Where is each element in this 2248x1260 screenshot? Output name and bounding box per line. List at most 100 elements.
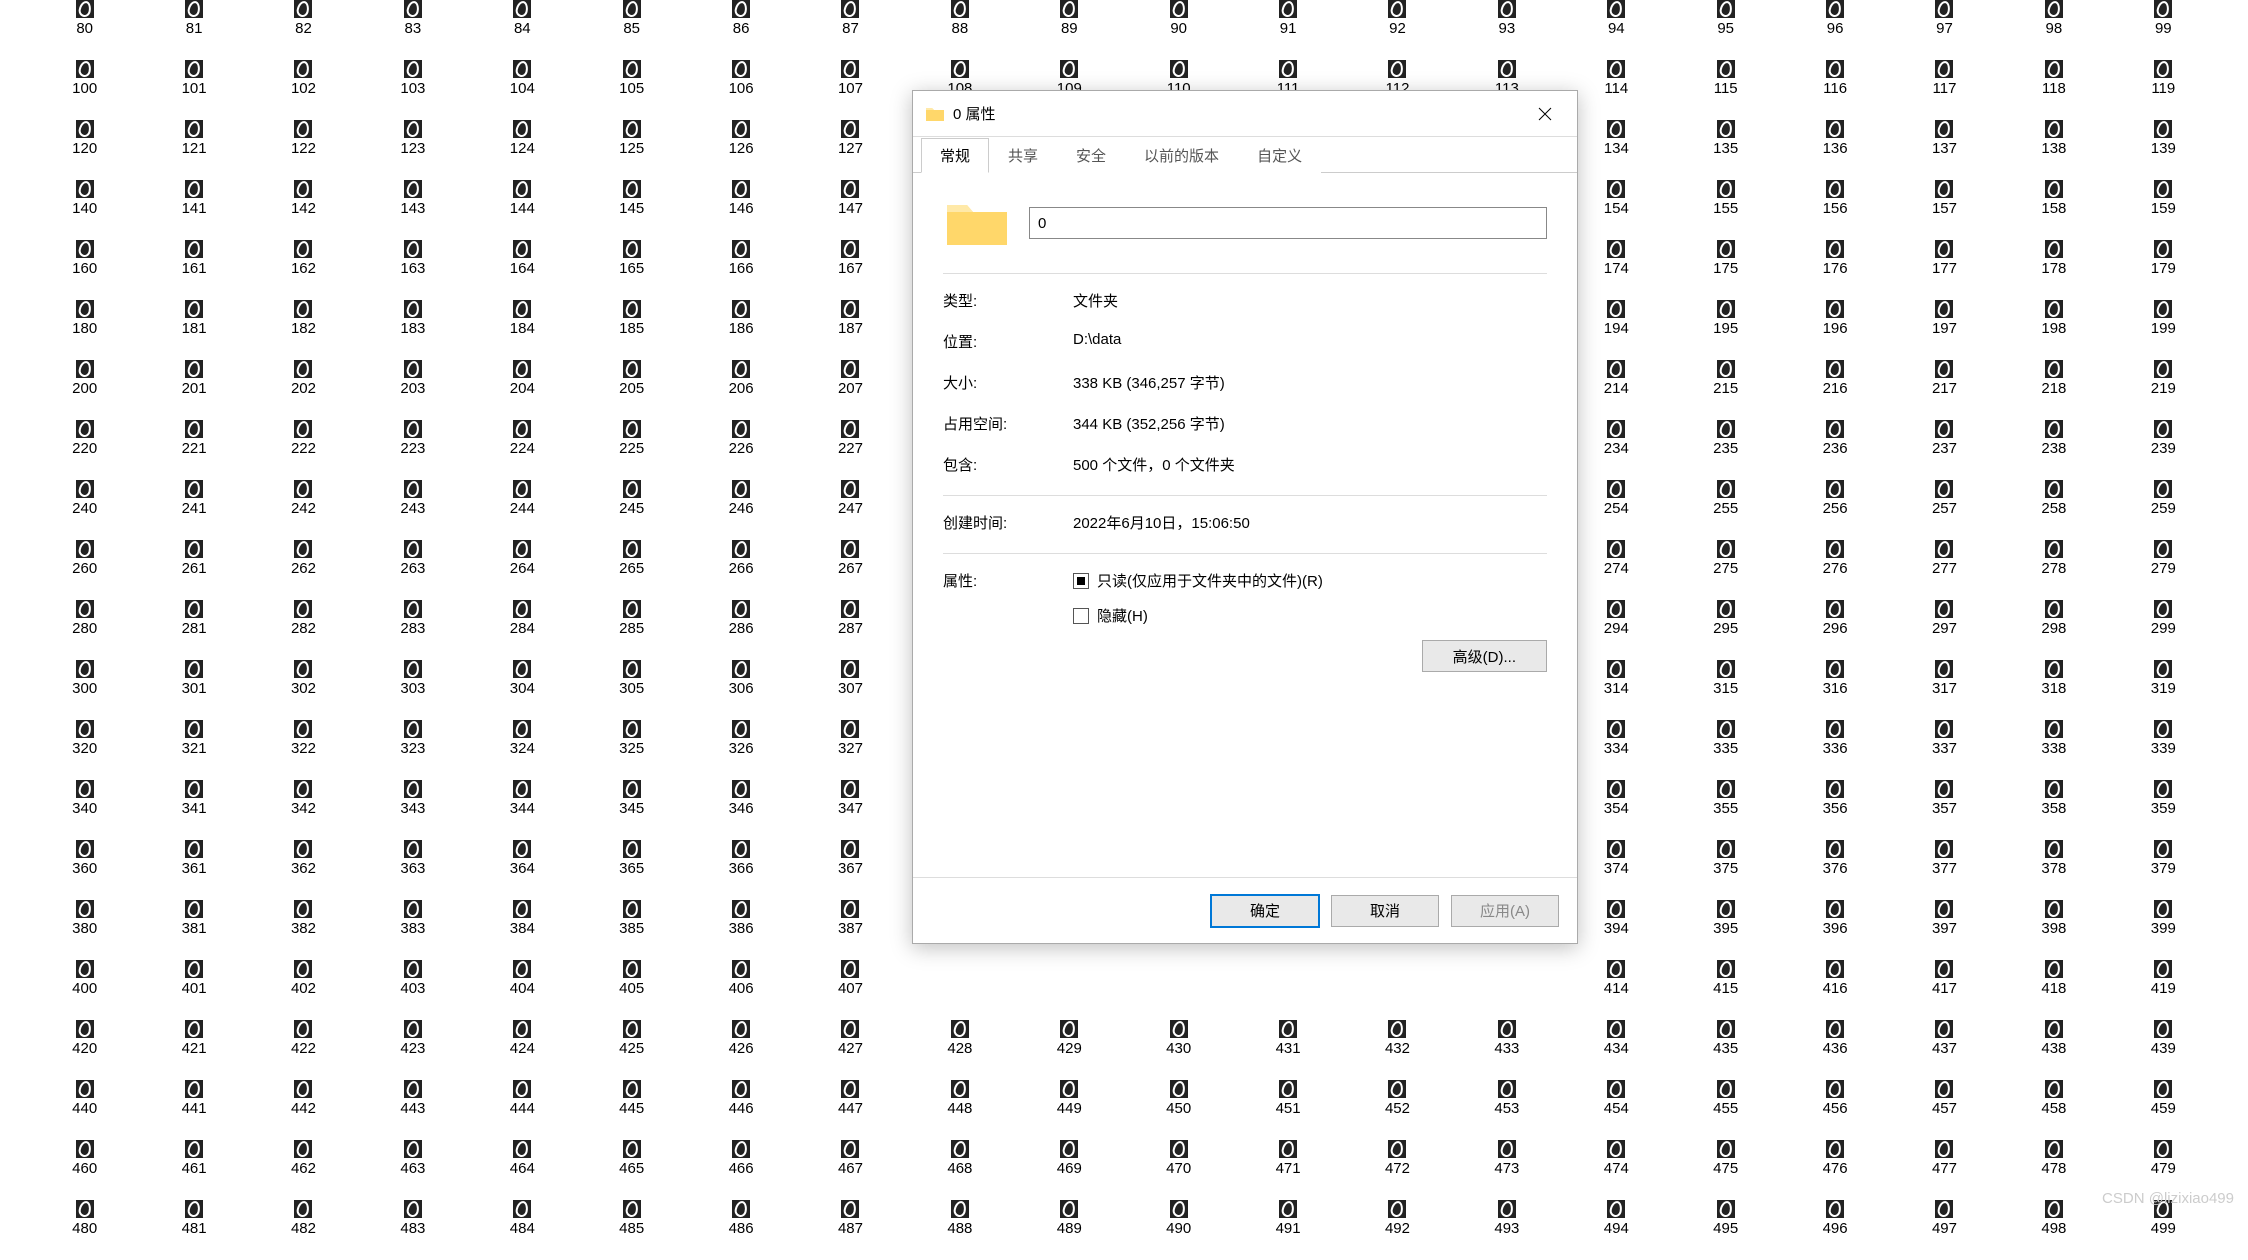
folder-item[interactable]: 139 (2109, 120, 2218, 180)
folder-item[interactable]: 222 (249, 420, 358, 480)
folder-item[interactable]: 157 (1890, 180, 1999, 240)
folder-item[interactable]: 101 (139, 60, 248, 120)
folder-item[interactable]: 463 (358, 1140, 467, 1200)
folder-item[interactable]: 282 (249, 600, 358, 660)
folder-item[interactable]: 362 (249, 840, 358, 900)
folder-item[interactable]: 256 (1780, 480, 1889, 540)
folder-item[interactable]: 258 (1999, 480, 2108, 540)
folder-item[interactable]: 324 (468, 720, 577, 780)
folder-item[interactable]: 382 (249, 900, 358, 960)
folder-item[interactable]: 477 (1890, 1140, 1999, 1200)
folder-item[interactable]: 217 (1890, 360, 1999, 420)
folder-item[interactable]: 95 (1671, 0, 1780, 60)
folder-item[interactable]: 474 (1562, 1140, 1671, 1200)
folder-item[interactable]: 397 (1890, 900, 1999, 960)
folder-item[interactable]: 407 (796, 960, 905, 1020)
folder-item[interactable]: 322 (249, 720, 358, 780)
folder-item[interactable]: 405 (577, 960, 686, 1020)
folder-item[interactable]: 165 (577, 240, 686, 300)
folder-item[interactable]: 440 (30, 1080, 139, 1140)
folder-item[interactable]: 175 (1671, 240, 1780, 300)
folder-item[interactable]: 342 (249, 780, 358, 840)
folder-item[interactable]: 381 (139, 900, 248, 960)
folder-item[interactable]: 367 (796, 840, 905, 900)
folder-item[interactable]: 87 (796, 0, 905, 60)
folder-item[interactable]: 297 (1890, 600, 1999, 660)
folder-item[interactable]: 283 (358, 600, 467, 660)
folder-item[interactable]: 334 (1562, 720, 1671, 780)
folder-item[interactable]: 298 (1999, 600, 2108, 660)
folder-item[interactable]: 227 (796, 420, 905, 480)
folder-item[interactable]: 166 (686, 240, 795, 300)
folder-item[interactable]: 118 (1999, 60, 2108, 120)
folder-item[interactable]: 435 (1671, 1020, 1780, 1080)
folder-item[interactable]: 142 (249, 180, 358, 240)
folder-item[interactable]: 376 (1780, 840, 1889, 900)
folder-item[interactable]: 106 (686, 60, 795, 120)
folder-item[interactable]: 384 (468, 900, 577, 960)
folder-item[interactable]: 154 (1562, 180, 1671, 240)
folder-item[interactable]: 357 (1890, 780, 1999, 840)
folder-item[interactable]: 488 (905, 1200, 1014, 1260)
folder-item[interactable]: 374 (1562, 840, 1671, 900)
folder-item[interactable]: 86 (686, 0, 795, 60)
apply-button[interactable]: 应用(A) (1451, 895, 1559, 927)
folder-item[interactable]: 431 (1233, 1020, 1342, 1080)
folder-item[interactable]: 365 (577, 840, 686, 900)
folder-item[interactable]: 167 (796, 240, 905, 300)
folder-item[interactable]: 141 (139, 180, 248, 240)
folder-item[interactable]: 432 (1343, 1020, 1452, 1080)
folder-item[interactable]: 263 (358, 540, 467, 600)
folder-item[interactable]: 498 (1999, 1200, 2108, 1260)
folder-item[interactable]: 361 (139, 840, 248, 900)
folder-item[interactable]: 194 (1562, 300, 1671, 360)
folder-item[interactable]: 306 (686, 660, 795, 720)
folder-item[interactable]: 261 (139, 540, 248, 600)
folder-item[interactable]: 315 (1671, 660, 1780, 720)
folder-item[interactable]: 453 (1452, 1080, 1561, 1140)
folder-item[interactable]: 184 (468, 300, 577, 360)
folder-item[interactable]: 202 (249, 360, 358, 420)
folder-item[interactable]: 449 (1015, 1080, 1124, 1140)
folder-item[interactable]: 107 (796, 60, 905, 120)
folder-item[interactable]: 127 (796, 120, 905, 180)
folder-item[interactable]: 267 (796, 540, 905, 600)
folder-item[interactable]: 121 (139, 120, 248, 180)
folder-item[interactable]: 162 (249, 240, 358, 300)
close-button[interactable] (1525, 99, 1565, 129)
folder-item[interactable]: 465 (577, 1140, 686, 1200)
folder-item[interactable]: 161 (139, 240, 248, 300)
folder-item[interactable]: 460 (30, 1140, 139, 1200)
folder-item[interactable]: 105 (577, 60, 686, 120)
folder-item[interactable]: 375 (1671, 840, 1780, 900)
folder-item[interactable]: 185 (577, 300, 686, 360)
folder-item[interactable]: 295 (1671, 600, 1780, 660)
folder-item[interactable]: 176 (1780, 240, 1889, 300)
folder-item[interactable]: 339 (2109, 720, 2218, 780)
folder-item[interactable]: 439 (2109, 1020, 2218, 1080)
tab-3[interactable]: 以前的版本 (1125, 138, 1238, 173)
folder-item[interactable]: 138 (1999, 120, 2108, 180)
folder-item[interactable]: 218 (1999, 360, 2108, 420)
folder-item[interactable]: 320 (30, 720, 139, 780)
folder-item[interactable]: 398 (1999, 900, 2108, 960)
folder-item[interactable]: 287 (796, 600, 905, 660)
folder-item[interactable]: 356 (1780, 780, 1889, 840)
folder-item[interactable]: 239 (2109, 420, 2218, 480)
folder-item[interactable]: 135 (1671, 120, 1780, 180)
folder-item[interactable]: 140 (30, 180, 139, 240)
folder-item[interactable]: 490 (1124, 1200, 1233, 1260)
folder-item[interactable]: 442 (249, 1080, 358, 1140)
folder-item[interactable]: 461 (139, 1140, 248, 1200)
folder-item[interactable]: 395 (1671, 900, 1780, 960)
folder-item[interactable]: 284 (468, 600, 577, 660)
folder-item[interactable]: 296 (1780, 600, 1889, 660)
folder-item[interactable]: 197 (1890, 300, 1999, 360)
folder-item[interactable]: 345 (577, 780, 686, 840)
folder-item[interactable]: 469 (1015, 1140, 1124, 1200)
folder-item[interactable]: 264 (468, 540, 577, 600)
folder-item[interactable]: 97 (1890, 0, 1999, 60)
folder-item[interactable]: 387 (796, 900, 905, 960)
folder-item[interactable]: 103 (358, 60, 467, 120)
folder-item[interactable]: 116 (1780, 60, 1889, 120)
